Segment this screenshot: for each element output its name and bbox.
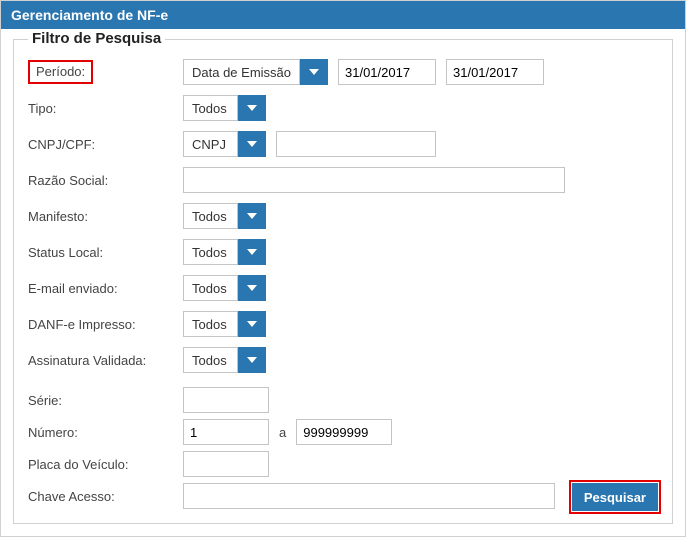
select-email[interactable]: Todos bbox=[183, 275, 266, 301]
label-numero: Número: bbox=[28, 425, 183, 440]
label-periodo: Período: bbox=[28, 60, 183, 84]
input-placa[interactable] bbox=[183, 451, 269, 477]
chevron-down-icon[interactable] bbox=[238, 95, 266, 121]
row-danfe: DANF-e Impresso: Todos bbox=[28, 311, 658, 337]
row-assinatura: Assinatura Validada: Todos bbox=[28, 347, 658, 373]
row-chave: Chave Acesso: Pesquisar bbox=[28, 483, 658, 509]
select-statuslocal-value: Todos bbox=[183, 239, 238, 265]
row-numero: Número: a bbox=[28, 419, 658, 445]
label-assinatura: Assinatura Validada: bbox=[28, 353, 183, 368]
select-email-value: Todos bbox=[183, 275, 238, 301]
select-assinatura[interactable]: Todos bbox=[183, 347, 266, 373]
row-periodo: Período: Data de Emissão bbox=[28, 59, 658, 85]
window-title: Gerenciamento de NF-e bbox=[1, 1, 685, 29]
label-placa: Placa do Veículo: bbox=[28, 457, 183, 472]
filter-panel: Filtro de Pesquisa Período: Data de Emis… bbox=[13, 39, 673, 524]
panel-legend: Filtro de Pesquisa bbox=[28, 30, 165, 47]
row-tipo: Tipo: Todos bbox=[28, 95, 658, 121]
label-tipo: Tipo: bbox=[28, 101, 183, 116]
chevron-down-icon[interactable] bbox=[238, 275, 266, 301]
select-statuslocal[interactable]: Todos bbox=[183, 239, 266, 265]
row-razao: Razão Social: bbox=[28, 167, 658, 193]
label-cnpjcpf: CNPJ/CPF: bbox=[28, 137, 183, 152]
pesquisar-button[interactable]: Pesquisar bbox=[572, 483, 658, 511]
row-placa: Placa do Veículo: bbox=[28, 451, 658, 477]
label-manifesto: Manifesto: bbox=[28, 209, 183, 224]
input-periodo-de[interactable] bbox=[338, 59, 436, 85]
chevron-down-icon[interactable] bbox=[238, 347, 266, 373]
select-cnpjcpf-value: CNPJ bbox=[183, 131, 238, 157]
row-statuslocal: Status Local: Todos bbox=[28, 239, 658, 265]
input-numero-ate[interactable] bbox=[296, 419, 392, 445]
select-periodo-tipo[interactable]: Data de Emissão bbox=[183, 59, 328, 85]
select-cnpjcpf[interactable]: CNPJ bbox=[183, 131, 266, 157]
row-cnpjcpf: CNPJ/CPF: CNPJ bbox=[28, 131, 658, 157]
chevron-down-icon[interactable] bbox=[238, 131, 266, 157]
select-periodo-value: Data de Emissão bbox=[183, 59, 300, 85]
chevron-down-icon[interactable] bbox=[238, 203, 266, 229]
label-razao: Razão Social: bbox=[28, 173, 183, 188]
chevron-down-icon[interactable] bbox=[300, 59, 328, 85]
label-numero-sep: a bbox=[279, 425, 286, 440]
input-periodo-ate[interactable] bbox=[446, 59, 544, 85]
select-danfe-value: Todos bbox=[183, 311, 238, 337]
label-chave: Chave Acesso: bbox=[28, 489, 183, 504]
label-statuslocal: Status Local: bbox=[28, 245, 183, 260]
label-email: E-mail enviado: bbox=[28, 281, 183, 296]
chevron-down-icon[interactable] bbox=[238, 239, 266, 265]
input-serie[interactable] bbox=[183, 387, 269, 413]
select-tipo[interactable]: Todos bbox=[183, 95, 266, 121]
label-danfe: DANF-e Impresso: bbox=[28, 317, 183, 332]
select-manifesto[interactable]: Todos bbox=[183, 203, 266, 229]
input-chave[interactable] bbox=[183, 483, 555, 509]
select-assinatura-value: Todos bbox=[183, 347, 238, 373]
label-serie: Série: bbox=[28, 393, 183, 408]
input-numero-de[interactable] bbox=[183, 419, 269, 445]
chevron-down-icon[interactable] bbox=[238, 311, 266, 337]
row-manifesto: Manifesto: Todos bbox=[28, 203, 658, 229]
row-serie: Série: bbox=[28, 387, 658, 413]
input-cnpjcpf-value[interactable] bbox=[276, 131, 436, 157]
select-danfe[interactable]: Todos bbox=[183, 311, 266, 337]
input-razao[interactable] bbox=[183, 167, 565, 193]
select-tipo-value: Todos bbox=[183, 95, 238, 121]
select-manifesto-value: Todos bbox=[183, 203, 238, 229]
row-email: E-mail enviado: Todos bbox=[28, 275, 658, 301]
window: Gerenciamento de NF-e Filtro de Pesquisa… bbox=[0, 0, 686, 537]
label-periodo-text: Período: bbox=[28, 60, 93, 84]
